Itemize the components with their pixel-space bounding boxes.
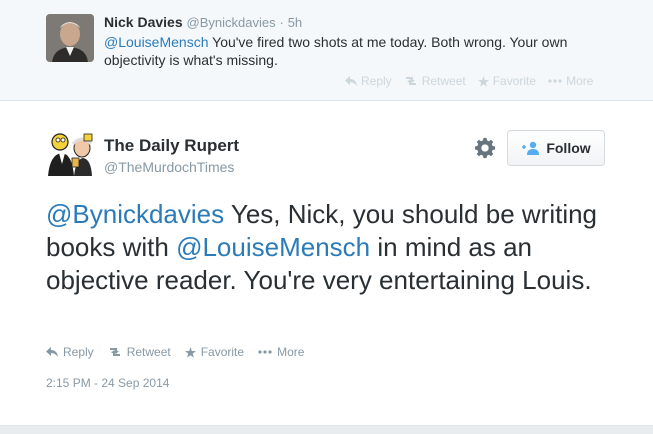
favorite-button[interactable]: Favorite <box>184 345 245 359</box>
reply-button[interactable]: Reply <box>46 345 94 359</box>
follow-label: Follow <box>546 140 591 156</box>
gear-icon[interactable] <box>474 137 496 159</box>
more-button[interactable]: More <box>258 345 304 359</box>
author-name[interactable]: The Daily Rupert <box>104 136 239 156</box>
reply-tweet: Nick Davies @Bynickdavies · 5h @LouiseMe… <box>0 0 653 101</box>
author-handle[interactable]: @TheMurdochTimes <box>104 159 234 175</box>
star-icon <box>184 346 196 358</box>
reply-icon <box>46 347 58 357</box>
time-separator: · <box>279 15 284 30</box>
mention-link[interactable]: @Bynickdavies <box>46 199 224 229</box>
favorite-label: Favorite <box>492 74 537 88</box>
main-tweet: The Daily Rupert @TheMurdochTimes Follow… <box>0 101 653 421</box>
author-handle[interactable]: @Bynickdavies <box>187 15 276 30</box>
mention-link[interactable]: @LouiseMensch <box>176 232 370 262</box>
tweet-time[interactable]: 5h <box>288 15 302 30</box>
retweet-icon <box>405 77 416 85</box>
retweet-icon <box>109 348 120 356</box>
reply-label: Reply <box>361 74 392 88</box>
favorite-button[interactable]: Favorite <box>477 74 537 88</box>
star-icon <box>477 75 489 87</box>
reply-button[interactable]: Reply <box>345 74 392 88</box>
avatar[interactable] <box>44 128 96 180</box>
more-label: More <box>566 74 594 88</box>
retweet-label: Retweet <box>421 74 466 88</box>
person-plus-icon <box>522 141 540 155</box>
tweet-timestamp[interactable]: 2:15 PM - 24 Sep 2014 <box>46 376 169 390</box>
more-dots-icon <box>258 350 272 354</box>
author-name[interactable]: Nick Davies <box>104 14 183 30</box>
favorite-label: Favorite <box>200 345 245 359</box>
tweet-text: @LouiseMensch You've fired two shots at … <box>104 33 604 69</box>
tweet-header: Nick Davies @Bynickdavies · 5h <box>104 14 302 30</box>
more-button[interactable]: More <box>548 74 593 88</box>
more-label: More <box>277 345 305 359</box>
retweet-label: Retweet <box>126 345 171 359</box>
more-dots-icon <box>548 79 562 83</box>
tweet-actions: Reply Retweet Favorite More <box>46 345 304 359</box>
tweet-actions: Reply Retweet Favorite More <box>345 74 593 88</box>
reply-label: Reply <box>63 345 94 359</box>
mention-link[interactable]: @LouiseMensch <box>104 34 209 50</box>
retweet-button[interactable]: Retweet <box>404 74 466 88</box>
avatar[interactable] <box>46 14 94 62</box>
follow-button[interactable]: Follow <box>507 130 605 166</box>
retweet-button[interactable]: Retweet <box>108 345 171 359</box>
reply-icon <box>345 76 357 86</box>
tweet-text: @Bynickdavies Yes, Nick, you should be w… <box>46 198 606 297</box>
